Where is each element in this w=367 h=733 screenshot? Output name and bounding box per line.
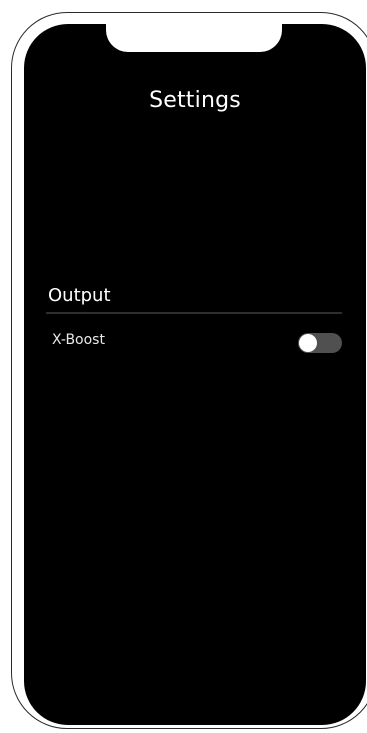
setting-row-x-boost: X-Boost	[46, 326, 342, 358]
page-title: Settings	[149, 88, 241, 113]
device-notch	[106, 24, 282, 52]
section-divider	[46, 312, 342, 314]
app-screen: Settings Output X-Boost	[24, 24, 366, 725]
setting-label-x-boost: X-Boost	[52, 332, 105, 348]
x-boost-toggle[interactable]	[298, 333, 342, 353]
section-header-output: Output	[48, 285, 111, 306]
toggle-knob	[299, 334, 317, 352]
